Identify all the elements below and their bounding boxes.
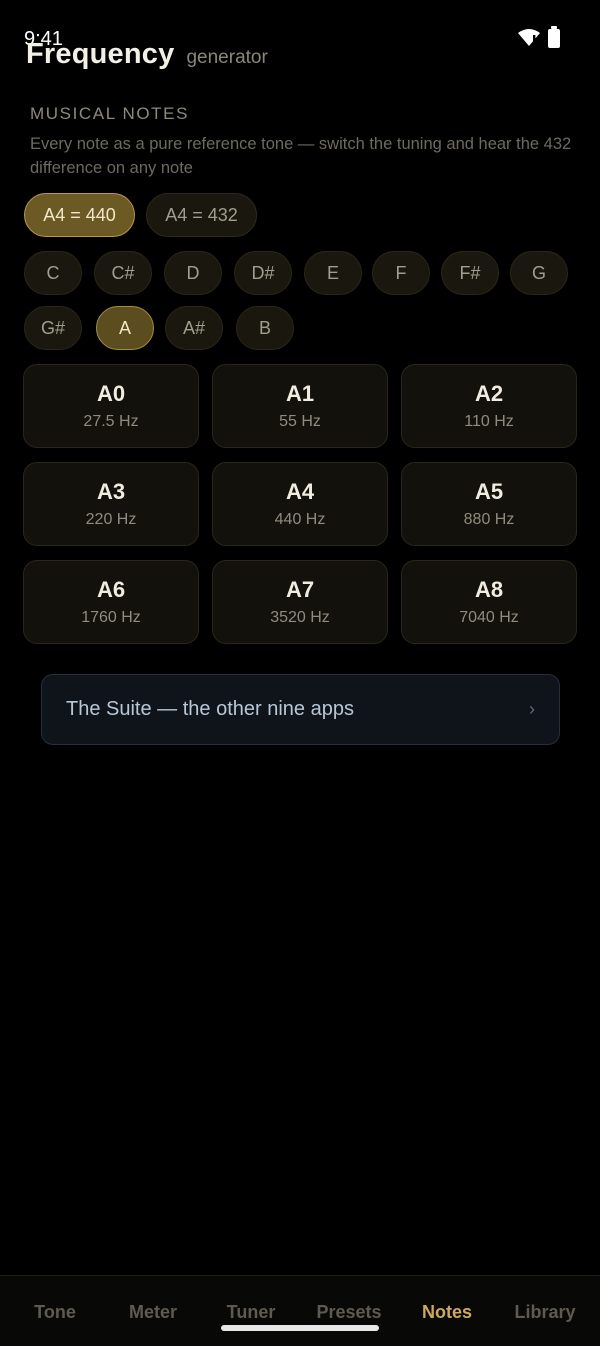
octave-name: A2 <box>474 381 504 406</box>
chevron-right-icon: › <box>529 699 535 719</box>
octave-card-a4[interactable]: A4 440 Hz <box>212 462 388 546</box>
tuning-chip-440[interactable]: A4 = 440 <box>24 193 135 237</box>
bottom-nav: Tone Meter Tuner Presets Notes Library <box>0 1275 600 1346</box>
octave-card-a8[interactable]: A8 7040 Hz <box>401 560 577 644</box>
note-chip-d[interactable]: D <box>164 251 222 295</box>
octave-card-a5[interactable]: A5 880 Hz <box>401 462 577 546</box>
octave-name: A0 <box>96 381 126 406</box>
home-indicator[interactable] <box>221 1325 379 1331</box>
note-chip-a[interactable]: A <box>96 306 154 350</box>
suite-link-label: The Suite — the other nine apps <box>66 698 354 720</box>
note-chip-g[interactable]: G <box>510 251 568 295</box>
note-chip-c-sharp[interactable]: C# <box>94 251 152 295</box>
app-header: Frequency generator <box>26 38 268 71</box>
note-chip-d-sharp[interactable]: D# <box>234 251 292 295</box>
wifi-icon <box>518 29 540 46</box>
nav-tab-tone[interactable]: Tone <box>34 1302 76 1323</box>
note-chip-e[interactable]: E <box>304 251 362 295</box>
octave-card-a3[interactable]: A3 220 Hz <box>23 462 199 546</box>
app-title: Frequency <box>26 38 175 70</box>
note-chip-f[interactable]: F <box>372 251 430 295</box>
suite-link[interactable]: The Suite — the other nine apps › <box>41 674 560 745</box>
octave-frequency: 55 Hz <box>279 413 321 430</box>
nav-tab-meter[interactable]: Meter <box>129 1302 177 1323</box>
section-description: Every note as a pure reference tone — sw… <box>30 135 572 177</box>
octave-card-a6[interactable]: A6 1760 Hz <box>23 560 199 644</box>
tuning-chip-432[interactable]: A4 = 432 <box>146 193 257 237</box>
status-icons <box>518 26 560 48</box>
nav-tab-notes[interactable]: Notes <box>422 1302 472 1323</box>
octave-name: A3 <box>96 479 126 504</box>
app-subtitle: generator <box>186 47 268 68</box>
note-chip-f-sharp[interactable]: F# <box>441 251 499 295</box>
octave-frequency: 27.5 Hz <box>83 413 139 430</box>
battery-icon <box>548 26 560 48</box>
octave-frequency: 220 Hz <box>85 511 137 528</box>
octave-name: A1 <box>285 381 315 406</box>
note-chip-a-sharp[interactable]: A# <box>165 306 223 350</box>
octave-name: A5 <box>474 479 504 504</box>
nav-tab-library[interactable]: Library <box>514 1302 575 1323</box>
octave-frequency: 880 Hz <box>463 511 515 528</box>
octave-frequency: 3520 Hz <box>270 609 330 626</box>
octave-card-a7[interactable]: A7 3520 Hz <box>212 560 388 644</box>
octave-card-a0[interactable]: A0 27.5 Hz <box>23 364 199 448</box>
octave-frequency: 7040 Hz <box>459 609 519 626</box>
nav-tab-presets[interactable]: Presets <box>316 1302 381 1323</box>
section-label: MUSICAL NOTES <box>30 104 190 123</box>
octave-name: A7 <box>285 577 315 602</box>
note-chip-b[interactable]: B <box>236 306 294 350</box>
octave-frequency: 1760 Hz <box>81 609 141 626</box>
note-chip-g-sharp[interactable]: G# <box>24 306 82 350</box>
octave-name: A4 <box>285 479 315 504</box>
octave-name: A6 <box>96 577 126 602</box>
octave-name: A8 <box>474 577 504 602</box>
octave-card-a1[interactable]: A1 55 Hz <box>212 364 388 448</box>
octave-frequency: 110 Hz <box>464 413 514 430</box>
octave-card-a2[interactable]: A2 110 Hz <box>401 364 577 448</box>
octave-frequency: 440 Hz <box>274 511 326 528</box>
nav-tab-tuner[interactable]: Tuner <box>227 1302 276 1323</box>
note-chip-c[interactable]: C <box>24 251 82 295</box>
